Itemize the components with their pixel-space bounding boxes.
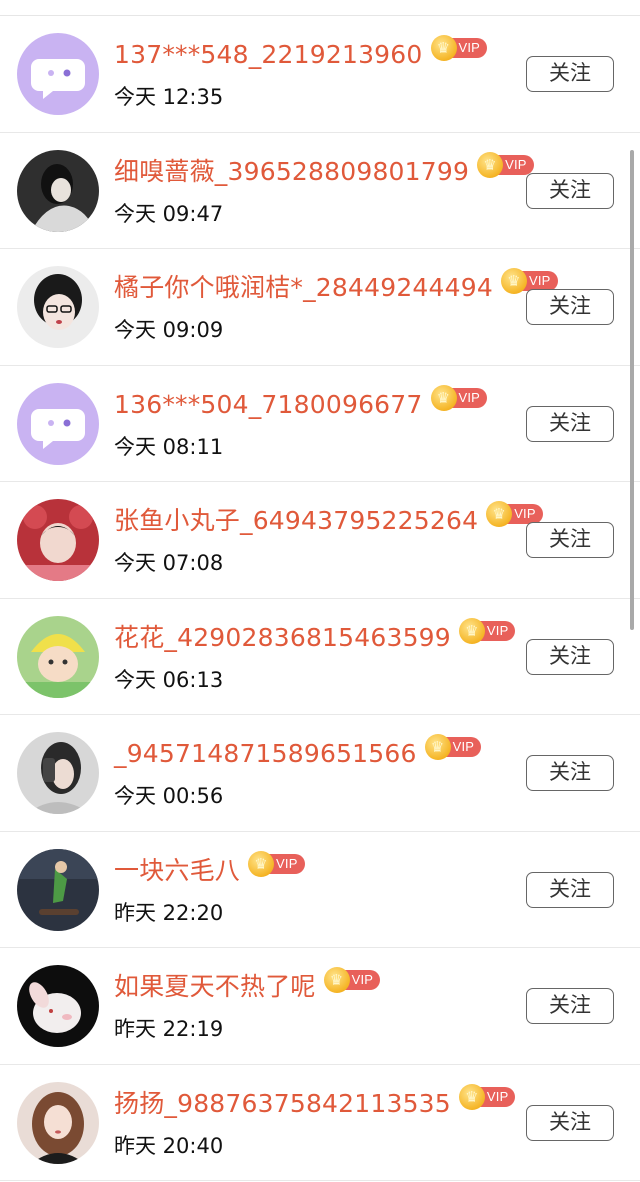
list-item[interactable]: 橘子你个哦润桔*_28449244494 ♛ VIP 今天 09:09 关注 bbox=[0, 249, 640, 366]
crown-icon: ♛ bbox=[477, 151, 504, 178]
follower-list: 137***548_2219213960 ♛ VIP 今天 12:35 关注 细嗅蔷… bbox=[0, 16, 640, 1181]
crown-icon: ♛ bbox=[500, 268, 527, 294]
avatar-photo[interactable] bbox=[17, 848, 99, 931]
avatar-photo[interactable] bbox=[17, 149, 99, 232]
follow-button[interactable]: 关注 bbox=[526, 172, 614, 209]
follow-time: 今天 09:09 bbox=[114, 318, 224, 342]
list-item[interactable]: 137***548_2219213960 ♛ VIP 今天 12:35 关注 bbox=[0, 16, 640, 133]
vip-badge: ♛ VIP bbox=[458, 1083, 516, 1110]
follow-button[interactable]: 关注 bbox=[526, 988, 614, 1024]
avatar-photo[interactable] bbox=[17, 965, 99, 1047]
avatar-photo[interactable] bbox=[17, 732, 99, 814]
follow-time: 今天 08:11 bbox=[114, 434, 224, 459]
follow-time: 昨天 20:40 bbox=[114, 1133, 224, 1158]
list-item[interactable]: 扬扬_98876375842113535 ♛ VIP 昨天 20:40 关注 bbox=[0, 1065, 640, 1181]
vip-badge: ♛ VIP bbox=[424, 734, 482, 760]
follow-button[interactable]: 关注 bbox=[526, 871, 614, 908]
follow-button[interactable]: 关注 bbox=[526, 405, 614, 442]
follow-time: 昨天 22:19 bbox=[114, 1017, 224, 1041]
list-item[interactable]: _945714871589651566 ♛ VIP 今天 00:56 关注 bbox=[0, 715, 640, 832]
crown-icon: ♛ bbox=[430, 35, 457, 61]
top-divider bbox=[0, 0, 640, 16]
vip-badge: ♛ VIP bbox=[477, 151, 534, 178]
list-item[interactable]: 花花_42902836815463599 ♛ VIP 今天 06:13 关注 bbox=[0, 599, 640, 715]
avatar-default-chat-icon[interactable] bbox=[17, 33, 99, 115]
follow-button[interactable]: 关注 bbox=[526, 1104, 614, 1141]
vip-badge: ♛ VIP bbox=[248, 850, 305, 877]
follow-button[interactable]: 关注 bbox=[526, 755, 614, 791]
vip-badge: ♛ VIP bbox=[430, 35, 488, 61]
user-name[interactable]: 花花_42902836815463599 ♛ VIP bbox=[114, 617, 516, 654]
crown-icon: ♛ bbox=[430, 384, 457, 411]
user-name[interactable]: 如果夏天不热了呢 ♛ VIP bbox=[114, 967, 381, 1003]
follow-time: 今天 00:56 bbox=[114, 784, 224, 808]
follow-button[interactable]: 关注 bbox=[526, 522, 614, 558]
avatar-photo[interactable] bbox=[17, 615, 99, 698]
list-item[interactable]: 136***504_7180096677 ♛ VIP 今天 08:11 关注 bbox=[0, 366, 640, 482]
list-item[interactable]: 细嗅蔷薇_396528809801799 ♛ VIP 今天 09:47 关注 bbox=[0, 133, 640, 249]
user-name[interactable]: 细嗅蔷薇_396528809801799 ♛ VIP bbox=[114, 151, 534, 188]
crown-icon: ♛ bbox=[458, 1083, 485, 1110]
user-name[interactable]: 扬扬_98876375842113535 ♛ VIP bbox=[114, 1083, 516, 1120]
user-name[interactable]: _945714871589651566 ♛ VIP bbox=[114, 734, 482, 770]
crown-icon: ♛ bbox=[323, 967, 350, 993]
follow-button[interactable]: 关注 bbox=[526, 289, 614, 325]
crown-icon: ♛ bbox=[248, 850, 275, 877]
vip-badge: ♛ VIP bbox=[323, 967, 381, 993]
follow-time: 今天 12:35 bbox=[114, 85, 224, 109]
crown-icon: ♛ bbox=[424, 734, 451, 760]
follow-time: 今天 09:47 bbox=[114, 201, 224, 226]
user-name[interactable]: 136***504_7180096677 ♛ VIP bbox=[114, 384, 488, 421]
scrollbar[interactable] bbox=[630, 150, 634, 630]
user-name[interactable]: 橘子你个哦润桔*_28449244494 ♛ VIP bbox=[114, 268, 558, 304]
follow-time: 今天 07:08 bbox=[114, 551, 224, 575]
user-name[interactable]: 张鱼小丸子_64943795225264 ♛ VIP bbox=[114, 501, 543, 537]
avatar-photo[interactable] bbox=[17, 499, 99, 581]
avatar-photo[interactable] bbox=[17, 266, 99, 348]
vip-badge: ♛ VIP bbox=[458, 617, 516, 644]
user-name[interactable]: 137***548_2219213960 ♛ VIP bbox=[114, 35, 488, 71]
crown-icon: ♛ bbox=[458, 617, 485, 644]
follow-time: 昨天 22:20 bbox=[114, 900, 224, 925]
list-item[interactable]: 一块六毛八 ♛ VIP 昨天 22:20 关注 bbox=[0, 832, 640, 948]
crown-icon: ♛ bbox=[486, 501, 513, 527]
follow-time: 今天 06:13 bbox=[114, 667, 224, 692]
avatar-photo[interactable] bbox=[17, 1081, 99, 1164]
vip-badge: ♛ VIP bbox=[430, 384, 488, 411]
follow-button[interactable]: 关注 bbox=[526, 638, 614, 675]
list-item[interactable]: 如果夏天不热了呢 ♛ VIP 昨天 22:19 关注 bbox=[0, 948, 640, 1065]
list-item[interactable]: 张鱼小丸子_64943795225264 ♛ VIP 今天 07:08 关注 bbox=[0, 482, 640, 599]
user-name[interactable]: 一块六毛八 ♛ VIP bbox=[114, 850, 305, 887]
avatar-default-chat-icon[interactable] bbox=[17, 382, 99, 465]
follow-button[interactable]: 关注 bbox=[526, 56, 614, 92]
